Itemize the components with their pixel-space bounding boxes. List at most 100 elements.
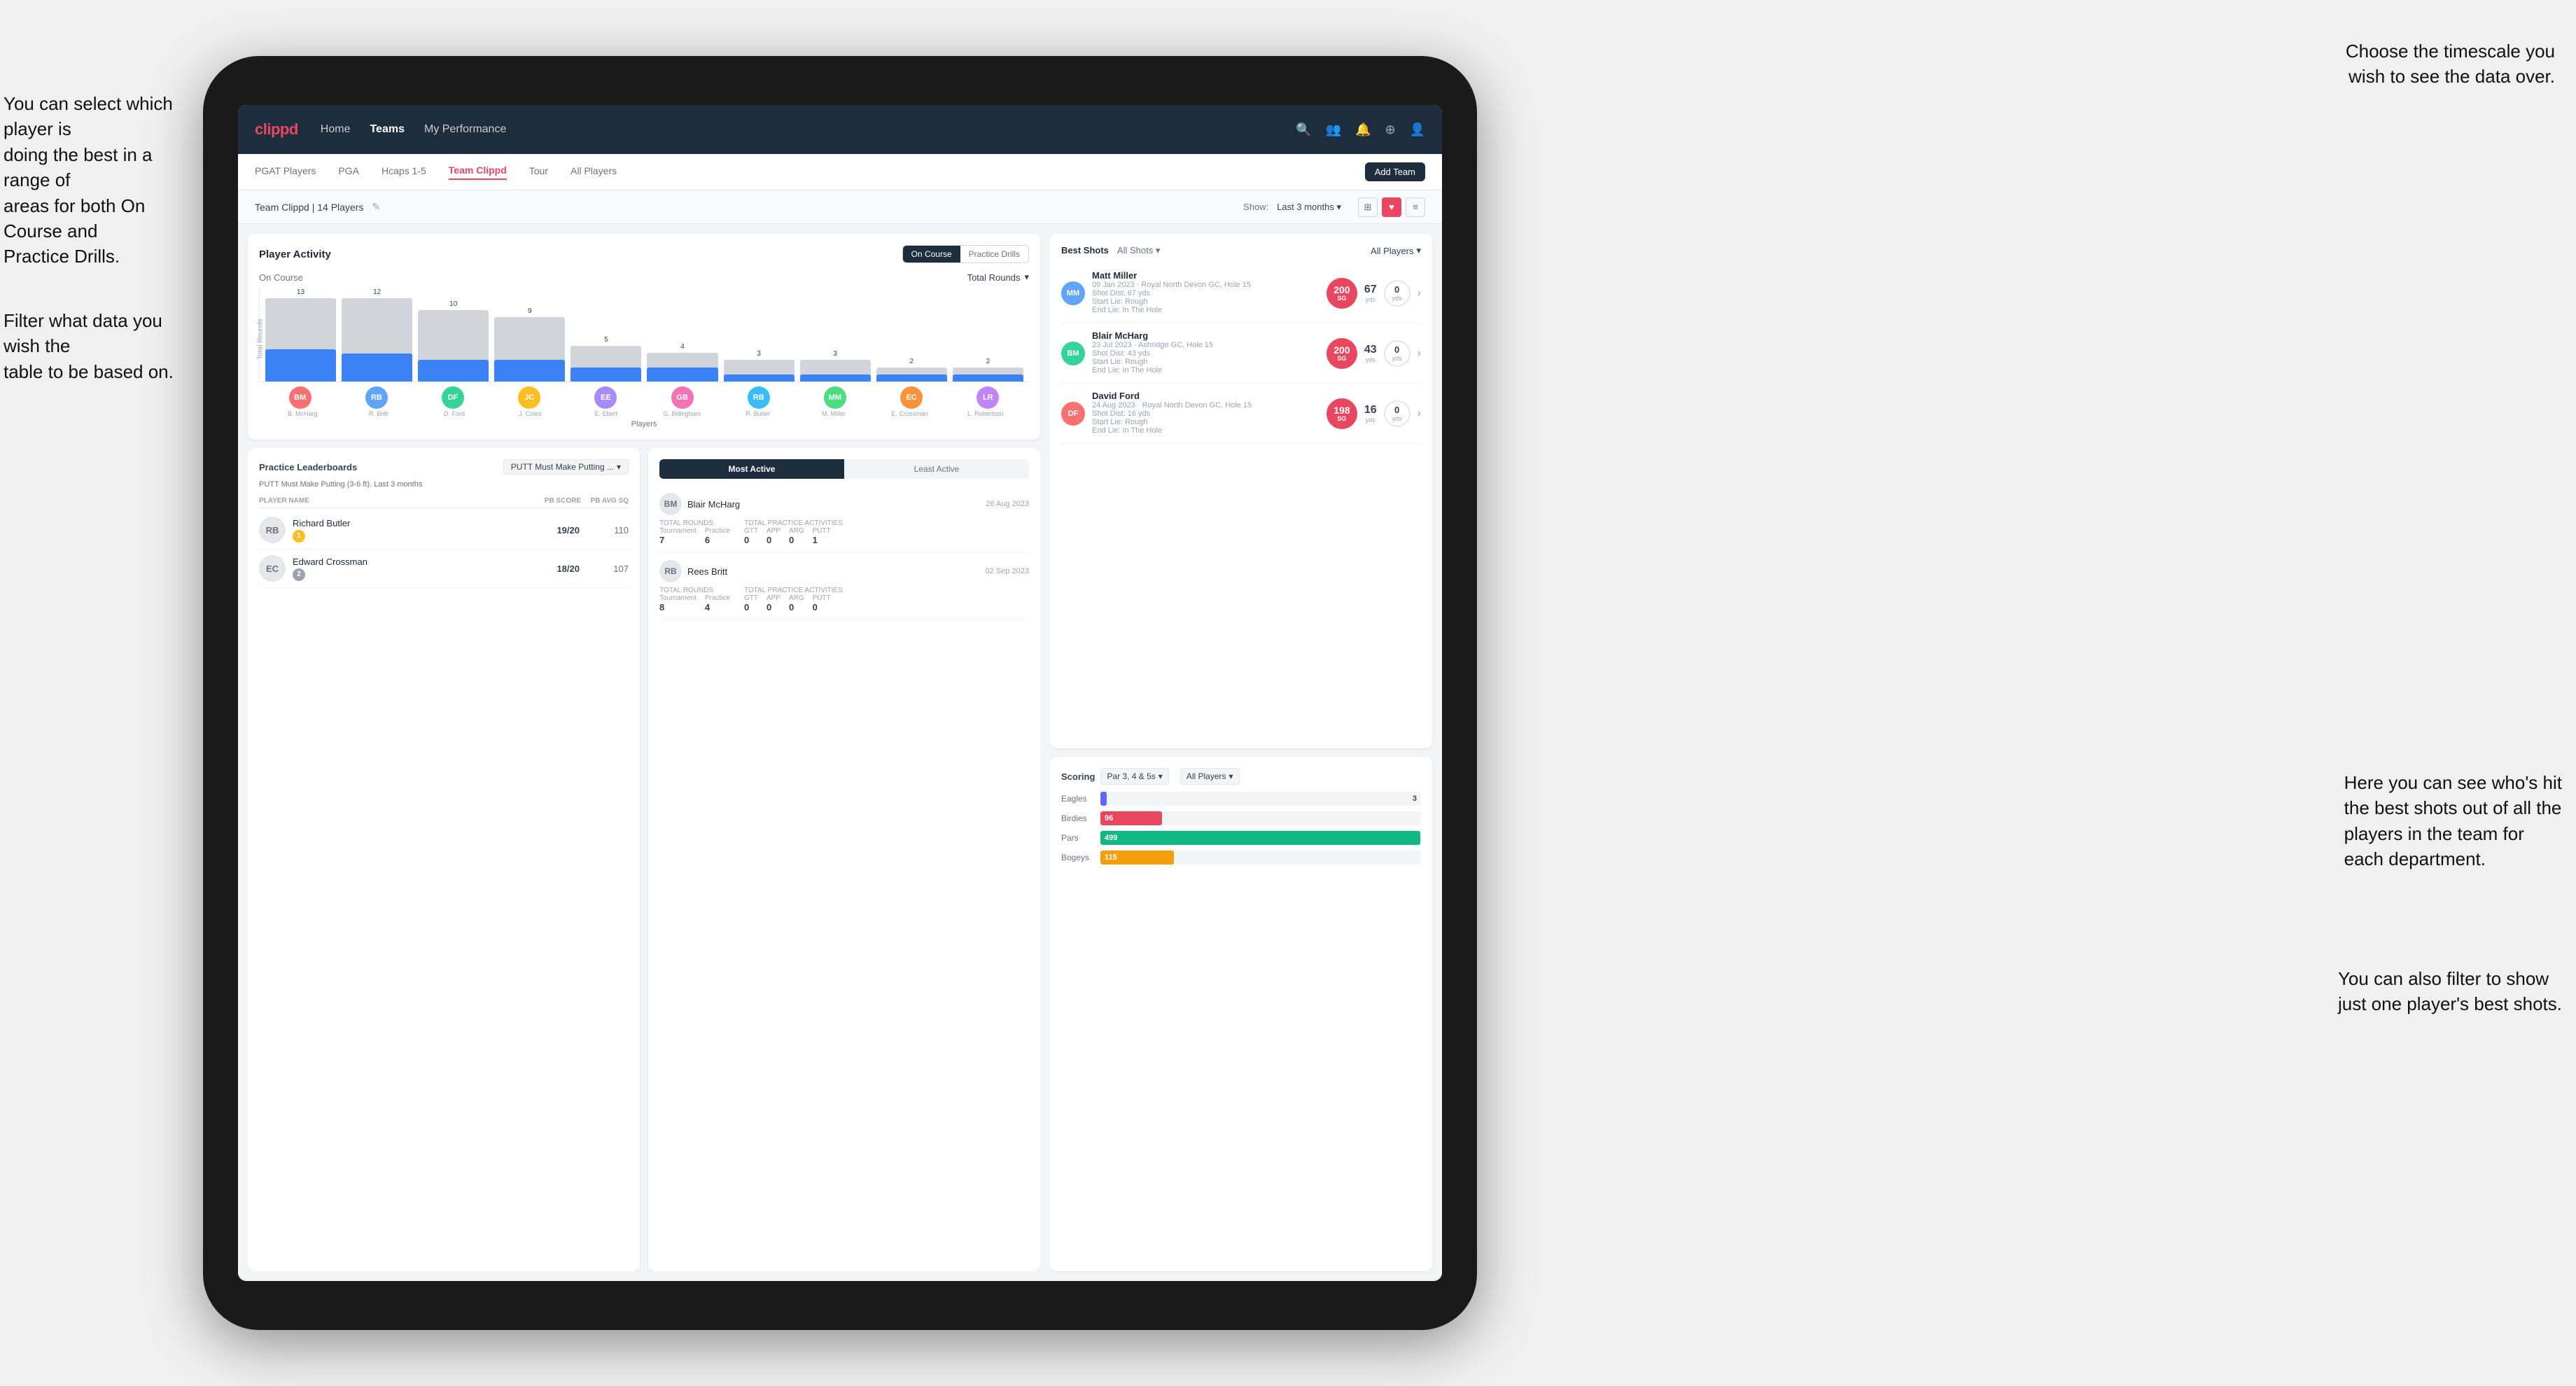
view-icon-grid[interactable]: ⊞ <box>1358 197 1378 217</box>
bar-1[interactable] <box>342 298 412 382</box>
shot-detail-2: 24 Aug 2023 · Royal North Devon GC, Hole… <box>1092 401 1320 410</box>
scoring-bar-wrap-1: 96 <box>1100 811 1421 825</box>
tab-pgat-players[interactable]: PGAT Players <box>255 165 316 179</box>
bar-5[interactable] <box>647 353 718 382</box>
bar-value-3: 9 <box>528 307 532 315</box>
shot-stats-1: 43 yds 0 yds <box>1364 340 1410 367</box>
bar-0[interactable] <box>265 298 336 382</box>
scoring-players-dropdown[interactable]: All Players ▾ <box>1180 768 1240 785</box>
x-label-1: R. Britt <box>340 410 416 417</box>
y-axis-label: Total Rounds <box>257 318 265 359</box>
scoring-val-outside-0: 3 <box>1413 794 1417 803</box>
on-course-label: On Course <box>259 272 303 283</box>
navbar: clippd Home Teams My Performance 🔍 👥 🔔 ⊕… <box>238 105 1442 154</box>
bar-col-4: 5 <box>570 288 641 382</box>
player-avatar-2: EC <box>259 555 286 582</box>
activity-row-1: BM Blair McHarg 26 Aug 2023 Total Rounds <box>659 486 1029 553</box>
leaderboard-row-2: EC Edward Crossman 2 18/20 107 <box>259 550 629 588</box>
bar-2[interactable] <box>418 310 489 382</box>
player-name-1: Richard Butler <box>293 518 531 528</box>
scoring-label-1: Birdies <box>1061 813 1095 823</box>
x-label-9: L. Robertson <box>948 410 1023 417</box>
scoring-row-0: Eagles 3 <box>1061 792 1421 806</box>
scoring-label-2: Pars <box>1061 833 1095 843</box>
circle-plus-icon[interactable]: ⊕ <box>1385 122 1395 137</box>
toggle-practice-drills[interactable]: Practice Drills <box>960 246 1028 262</box>
best-shots-header: Best Shots All Shots ▾ All Players ▾ <box>1061 245 1421 256</box>
shot-info-2: David Ford 24 Aug 2023 · Royal North Dev… <box>1092 391 1320 436</box>
bar-8[interactable] <box>876 368 947 382</box>
tab-least-active[interactable]: Least Active <box>844 459 1029 479</box>
view-icon-heart[interactable]: ♥ <box>1382 197 1401 217</box>
view-icon-list[interactable]: ≡ <box>1406 197 1425 217</box>
tab-all-players[interactable]: All Players <box>570 165 617 179</box>
x-label-4: E. Ebert <box>568 410 644 417</box>
all-players-dropdown[interactable]: All Players ▾ <box>1371 245 1421 256</box>
shot-desc-1: Shot Dist: 43 ydsStart Lie: RoughEnd Lie… <box>1092 349 1320 374</box>
bar-value-0: 13 <box>297 288 304 296</box>
bar-col-8: 2 <box>876 288 947 382</box>
annotation-4: Here you can see who's hit the best shot… <box>2344 770 2562 872</box>
tab-all-shots[interactable]: All Shots ▾ <box>1117 245 1168 256</box>
scoring-bar-fill-0 <box>1100 792 1107 806</box>
bar-9[interactable] <box>953 368 1023 382</box>
scoring-label-0: Eagles <box>1061 794 1095 804</box>
tab-most-active[interactable]: Most Active <box>659 459 844 479</box>
scoring-par-dropdown[interactable]: Par 3, 4 & 5s ▾ <box>1100 768 1168 785</box>
scoring-bar-wrap-2: 499 <box>1100 831 1421 845</box>
edit-icon[interactable]: ✎ <box>372 201 380 213</box>
bell-icon[interactable]: 🔔 <box>1355 122 1371 137</box>
main-content: Player Activity On Course Practice Drill… <box>238 224 1442 1281</box>
practice-drill-dropdown[interactable]: PUTT Must Make Putting ... ▾ <box>503 459 629 475</box>
left-panel: Player Activity On Course Practice Drill… <box>238 224 1050 1281</box>
shot-arrow-2[interactable]: › <box>1418 407 1421 420</box>
shot-avatar-1: BM <box>1061 342 1085 365</box>
scoring-bars: Eagles3Birdies96Pars499Bogeys115 <box>1061 792 1421 864</box>
bar-6[interactable] <box>724 360 794 382</box>
most-active-card: Most Active Least Active BM Blair McHarg… <box>648 448 1040 1271</box>
nav-item-home[interactable]: Home <box>321 123 351 136</box>
chart-avatar-7: MM <box>824 386 846 409</box>
bar-7[interactable] <box>800 360 871 382</box>
scoring-val-2: 499 <box>1105 834 1117 842</box>
chart-avatar-2: DF <box>442 386 464 409</box>
scoring-row-2: Pars 499 <box>1061 831 1421 845</box>
shot-arrow-0[interactable]: › <box>1418 287 1421 300</box>
bar-col-5: 4 <box>647 288 718 382</box>
right-panel: Best Shots All Shots ▾ All Players ▾ MM … <box>1050 224 1442 1281</box>
search-icon[interactable]: 🔍 <box>1296 122 1311 137</box>
team-header: Team Clippd | 14 Players ✎ Show: Last 3 … <box>238 190 1442 224</box>
toggle-oncourse[interactable]: On Course <box>903 246 960 262</box>
shot-arrow-1[interactable]: › <box>1418 347 1421 360</box>
tab-pga[interactable]: PGA <box>338 165 359 179</box>
shot-badge-2: 198 SG <box>1326 398 1357 429</box>
bar-3[interactable] <box>494 317 565 382</box>
bar-value-5: 4 <box>680 343 685 351</box>
chart-avatar-4: EE <box>594 386 617 409</box>
nav-actions: 🔍 👥 🔔 ⊕ 👤 <box>1296 122 1425 137</box>
shot-row-2: DF David Ford 24 Aug 2023 · Royal North … <box>1061 384 1421 444</box>
bar-value-4: 5 <box>604 336 608 344</box>
tab-hcaps[interactable]: Hcaps 1-5 <box>382 165 426 179</box>
nav-item-teams[interactable]: Teams <box>370 123 405 136</box>
tab-best-shots[interactable]: Best Shots <box>1061 245 1117 256</box>
tab-tour[interactable]: Tour <box>529 165 548 179</box>
player-activity-card: Player Activity On Course Practice Drill… <box>248 234 1040 440</box>
show-value[interactable]: Last 3 months ▾ <box>1277 202 1341 213</box>
total-rounds-dropdown[interactable]: Total Rounds ▾ <box>967 272 1029 283</box>
user-avatar-icon[interactable]: 👤 <box>1410 122 1425 137</box>
add-team-button[interactable]: Add Team <box>1365 162 1425 181</box>
table-header: PLAYER NAME PB SCORE PB AVG SQ <box>259 494 629 508</box>
shot-avatar-0: MM <box>1061 281 1085 305</box>
scoring-title: Scoring <box>1061 771 1095 782</box>
scoring-bar-wrap-0: 3 <box>1100 792 1421 806</box>
bar-4[interactable] <box>570 346 641 382</box>
shot-badge-1: 200 SG <box>1326 338 1357 369</box>
nav-item-myperformance[interactable]: My Performance <box>424 123 506 136</box>
x-label-6: R. Butler <box>720 410 795 417</box>
bottom-row: Practice Leaderboards PUTT Must Make Put… <box>248 448 1040 1271</box>
tab-team-clippd[interactable]: Team Clippd <box>449 164 507 180</box>
users-icon[interactable]: 👥 <box>1326 122 1341 137</box>
x-label-5: G. Billingham <box>644 410 720 417</box>
shot-stats-0: 67 yds 0 yds <box>1364 280 1410 307</box>
